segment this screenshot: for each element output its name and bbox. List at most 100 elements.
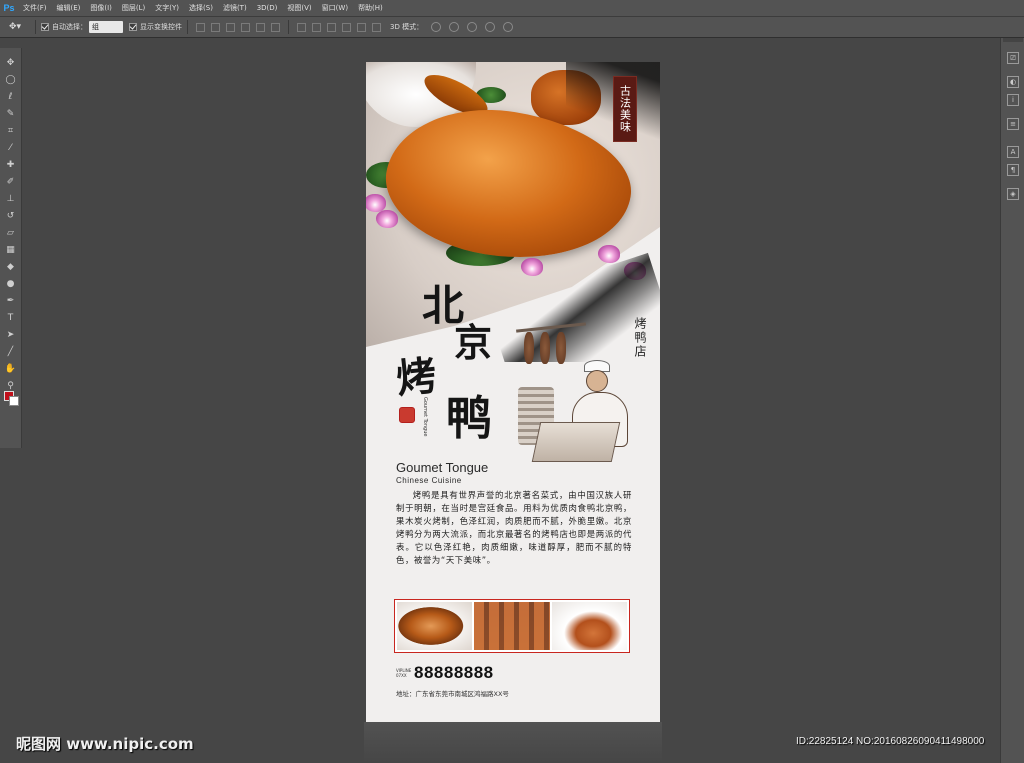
history-panel-icon[interactable]: ⎚	[1007, 52, 1019, 64]
distribute-hcenter-icon[interactable]	[357, 22, 366, 32]
3d-roll-icon[interactable]	[449, 22, 460, 32]
menu-window[interactable]: 窗口(W)	[317, 3, 353, 13]
menu-select[interactable]: 选择(S)	[184, 3, 218, 13]
path-select-tool-icon[interactable]: ➤	[4, 328, 18, 342]
3d-slide-icon[interactable]	[485, 22, 496, 32]
gradient-tool-icon[interactable]: ▦	[4, 243, 18, 257]
shape-tool-icon[interactable]: ╱	[4, 345, 18, 359]
eraser-tool-icon[interactable]: ▱	[4, 226, 18, 240]
distribute-vcenter-icon[interactable]	[312, 22, 321, 32]
show-transform-checkbox[interactable]	[129, 23, 137, 31]
hanging-duck	[540, 332, 550, 364]
auto-select-checkbox[interactable]	[41, 23, 49, 31]
menu-image[interactable]: 图像(I)	[85, 3, 117, 13]
brush-tool-icon[interactable]: ✐	[4, 175, 18, 189]
3d-rotate-icon[interactable]	[431, 22, 442, 32]
marquee-tool-icon[interactable]: ◯	[4, 73, 18, 87]
poster-reflection	[364, 722, 662, 763]
seal-label: 古法美味	[613, 76, 637, 142]
eyedropper-tool-icon[interactable]: ⁄	[4, 141, 18, 155]
info-panel-icon[interactable]: i	[1007, 94, 1019, 106]
app-logo: Ps	[3, 3, 15, 13]
3d-panel-icon[interactable]: ◈	[1007, 188, 1019, 200]
history-brush-tool-icon[interactable]: ↺	[4, 209, 18, 223]
chef-illustration	[516, 322, 656, 472]
align-hcenter-icon[interactable]	[256, 22, 265, 32]
menu-layer[interactable]: 图层(L)	[117, 3, 150, 13]
distribute-right-icon[interactable]	[372, 22, 381, 32]
type-tool-icon[interactable]: T	[4, 311, 18, 325]
blur-tool-icon[interactable]: ◆	[4, 260, 18, 274]
align-left-icon[interactable]	[241, 22, 250, 32]
orchid-flower	[521, 258, 543, 276]
distribute-top-icon[interactable]	[297, 22, 306, 32]
menu-bar: Ps 文件(F) 编辑(E) 图像(I) 图层(L) 文字(Y) 选择(S) 滤…	[0, 0, 1024, 16]
carving-table	[531, 422, 621, 462]
character-panel-icon[interactable]: A	[1007, 146, 1019, 158]
watermark-left: 昵图网 www.nipic.com	[16, 735, 194, 753]
move-tool-icon[interactable]: ✥	[4, 56, 18, 70]
phone-number: 88888888	[414, 663, 494, 682]
background-color-swatch[interactable]	[9, 396, 19, 406]
menu-help[interactable]: 帮助(H)	[353, 3, 388, 13]
menu-type[interactable]: 文字(Y)	[150, 3, 184, 13]
align-bottom-icon[interactable]	[226, 22, 235, 32]
dodge-tool-icon[interactable]: ●	[4, 277, 18, 291]
phone-label: VIPLINE 07XX	[396, 668, 412, 678]
divider	[35, 20, 36, 34]
tools-panel: ✥ ◯ ℓ ✎ ⌗ ⁄ ✚ ✐ ⊥ ↺ ▱ ▦ ◆ ● ✒ T ➤ ╱ ✋ ⚲	[0, 48, 22, 448]
title-char-ya: 鸭	[446, 391, 492, 445]
align-vcenter-icon[interactable]	[211, 22, 220, 32]
hanging-duck	[524, 332, 534, 364]
menu-view[interactable]: 视图(V)	[282, 3, 316, 13]
gallery-photo	[474, 602, 550, 650]
intro-paragraph: 烤鸭是具有世界声誉的北京著名菜式，由中国汉族人研制于明朝，在当时是宫廷食品。用料…	[396, 490, 632, 565]
align-top-icon[interactable]	[196, 22, 205, 32]
watermark-right: ID:22825124 NO:20160826090411498000	[796, 736, 985, 747]
title-char-jing: 京	[454, 320, 493, 365]
red-seal-stamp	[399, 407, 415, 423]
distribute-left-icon[interactable]	[342, 22, 351, 32]
photo-gallery	[394, 599, 630, 653]
hanging-rail	[516, 322, 586, 333]
auto-select-label: 自动选择：	[52, 23, 87, 31]
distribute-bottom-icon[interactable]	[327, 22, 336, 32]
clone-stamp-tool-icon[interactable]: ⊥	[4, 192, 18, 206]
document-canvas[interactable]: 古法美味 北 京 烤 鸭 Goumet Tongue 烤鸭店 Goumet To…	[366, 62, 660, 722]
orchid-flower	[376, 210, 398, 228]
english-title: Goumet Tongue	[396, 460, 489, 475]
divider	[288, 20, 289, 34]
adjustments-panel-icon[interactable]: ◐	[1007, 76, 1019, 88]
vertical-en-caption: Goumet Tongue	[422, 397, 428, 437]
menu-3d[interactable]: 3D(D)	[252, 4, 283, 12]
quick-select-tool-icon[interactable]: ✎	[4, 107, 18, 121]
crop-tool-icon[interactable]: ⌗	[4, 124, 18, 138]
align-right-icon[interactable]	[271, 22, 280, 32]
3d-pan-icon[interactable]	[467, 22, 478, 32]
menu-filter[interactable]: 滤镜(T)	[218, 3, 252, 13]
paragraph-panel-icon[interactable]: ¶	[1007, 164, 1019, 176]
hand-tool-icon[interactable]: ✋	[4, 362, 18, 376]
english-subtitle: Chinese Cuisine	[396, 476, 462, 485]
options-bar: ✥▾ 自动选择： 组 显示变换控件 3D 模式：	[0, 16, 1024, 38]
menu-edit[interactable]: 编辑(E)	[52, 3, 86, 13]
orchid-flower	[598, 245, 620, 263]
pen-tool-icon[interactable]: ✒	[4, 294, 18, 308]
gallery-photo	[551, 602, 627, 650]
3d-mode-label: 3D 模式：	[390, 23, 424, 31]
title-char-kao: 烤	[394, 352, 439, 403]
dock-grip[interactable]	[1003, 38, 1023, 42]
move-tool-preset-icon[interactable]: ✥▾	[0, 22, 30, 32]
3d-scale-icon[interactable]	[503, 22, 514, 32]
properties-panel-icon[interactable]: ≡	[1007, 118, 1019, 130]
hanging-duck	[556, 332, 566, 364]
lasso-tool-icon[interactable]: ℓ	[4, 90, 18, 104]
photoshop-window: Ps 文件(F) 编辑(E) 图像(I) 图层(L) 文字(Y) 选择(S) 滤…	[0, 0, 1024, 763]
menu-file[interactable]: 文件(F)	[18, 3, 52, 13]
auto-select-dropdown[interactable]: 组	[89, 21, 123, 33]
divider	[187, 20, 188, 34]
address: 地址：广东省东莞市南城区鸿福路XX号	[396, 690, 509, 698]
chef-head	[586, 370, 608, 392]
show-transform-label: 显示变换控件	[140, 23, 182, 31]
healing-brush-tool-icon[interactable]: ✚	[4, 158, 18, 172]
